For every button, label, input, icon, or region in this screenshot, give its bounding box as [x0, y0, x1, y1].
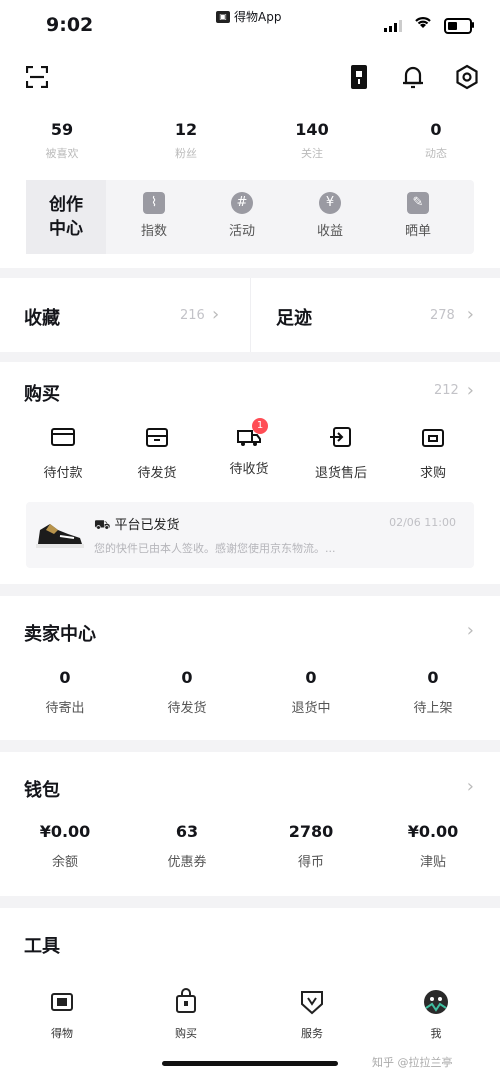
tab-dewu[interactable]: 得物 [32, 988, 92, 1041]
buy-count: 212 [433, 383, 459, 398]
home-indicator[interactable] [162, 1061, 338, 1066]
chevron-right-icon[interactable]: › [467, 776, 474, 797]
app-label: 得物App [234, 10, 282, 24]
chevron-right-icon[interactable]: › [467, 620, 474, 641]
creator-item-showoff[interactable]: ✎ 晒单 [388, 192, 448, 239]
order-description: 您的快件已由本人签收。感谢您使用京东物流。... [94, 542, 336, 555]
tools-section [0, 908, 500, 980]
return-icon [330, 427, 351, 447]
tab-me[interactable]: 我 [406, 988, 466, 1041]
seller-item-to-send[interactable]: 0 待寄出 [20, 668, 110, 716]
seller-item-to-ship[interactable]: 0 待发货 [142, 668, 232, 716]
card-icon[interactable] [346, 64, 372, 90]
chevron-right-icon: › [466, 304, 474, 325]
sneaker-thumbnail [36, 524, 84, 548]
tools-title: 工具 [24, 936, 60, 957]
chevron-right-icon: › [466, 380, 474, 401]
order-card[interactable]: ⛟ 平台已发货 02/06 11:00 您的快件已由本人签收。感谢您使用京东物流… [26, 502, 474, 568]
seller-item-to-list[interactable]: 0 待上架 [388, 668, 478, 716]
creator-item-activity[interactable]: # 活动 [212, 192, 272, 239]
edit-icon: ✎ [407, 192, 429, 214]
seller-center-title[interactable]: 卖家中心 [24, 620, 96, 646]
truck-icon: 1 [236, 418, 268, 448]
creator-center-title[interactable]: 创作 中心 [26, 180, 106, 254]
buy-title: 购买 [24, 384, 60, 405]
footprint-label: 足迹 [276, 308, 312, 329]
profile-stats: 59 被喜欢 12 粉丝 140 关注 0 动态 [0, 110, 500, 180]
gear-icon[interactable] [454, 64, 480, 90]
yen-icon: ¥ [319, 192, 341, 214]
chart-icon: ⌇ [143, 192, 165, 214]
wallet-title[interactable]: 钱包 [24, 776, 60, 802]
buy-item-pending-receipt[interactable]: 1 待收货 [214, 418, 284, 477]
divider [250, 278, 251, 352]
notification-badge: 1 [252, 418, 268, 434]
shield-icon [301, 991, 323, 1015]
favorites-count: 216 [180, 308, 205, 323]
scan-icon[interactable] [26, 66, 48, 88]
buy-item-pending-payment[interactable]: 待付款 [28, 426, 98, 481]
box-icon [146, 428, 168, 447]
chevron-right-icon: › [212, 304, 220, 325]
wallet-item-coupons[interactable]: 63 优惠券 [142, 822, 232, 870]
stat-posts[interactable]: 0 动态 [396, 120, 476, 161]
truck-icon: ⛟ [94, 518, 115, 533]
battery-icon [444, 18, 472, 34]
order-status: ⛟ 平台已发货 [94, 518, 180, 533]
buy-item-pending-shipment[interactable]: 待发货 [122, 426, 192, 481]
collect-footprint-row: 收藏 216 › 足迹 278 › [0, 278, 500, 352]
shopping-bag-icon [176, 988, 196, 1013]
stat-followers[interactable]: 12 粉丝 [146, 120, 226, 161]
wallet-item-allowance[interactable]: ¥0.00 津贴 [388, 822, 478, 870]
creator-item-index[interactable]: ⌇ 指数 [124, 192, 184, 239]
status-time: 9:02 [46, 14, 94, 36]
seller-item-returning[interactable]: 0 退货中 [266, 668, 356, 716]
wifi-icon [413, 14, 433, 35]
buy-item-returns[interactable]: 退货售后 [306, 426, 376, 481]
stat-following[interactable]: 140 关注 [272, 120, 352, 161]
signal-icon [384, 20, 402, 32]
header-bar [0, 52, 500, 110]
watermark: 知乎 @拉拉兰亭 [372, 1056, 453, 1069]
bell-icon[interactable] [400, 64, 426, 90]
tab-buy[interactable]: 购买 [156, 988, 216, 1041]
creator-item-earnings[interactable]: ¥ 收益 [300, 192, 360, 239]
stat-likes[interactable]: 59 被喜欢 [22, 120, 102, 161]
wallet-item-coins[interactable]: 2780 得币 [266, 822, 356, 870]
tab-service[interactable]: 服务 [282, 988, 342, 1041]
shop-bag-icon [422, 429, 444, 447]
order-date: 02/06 11:00 [389, 516, 456, 529]
hashtag-icon: # [231, 192, 253, 214]
creator-center-section: 创作 中心 ⌇ 指数 # 活动 ¥ 收益 ✎ 晒单 [0, 180, 500, 268]
buy-all-link[interactable]: 212 › [434, 380, 474, 401]
buy-item-wanted[interactable]: 求购 [398, 426, 468, 481]
home-icon [51, 993, 73, 1011]
wallet-item-balance[interactable]: ¥0.00 余额 [20, 822, 110, 870]
creator-center-card: 创作 中心 ⌇ 指数 # 活动 ¥ 收益 ✎ 晒单 [26, 180, 474, 254]
status-bar: 9:02 ▣ 得物App [0, 0, 500, 52]
app-logo-icon: ▣ [216, 10, 230, 23]
favorites-label: 收藏 [24, 308, 60, 329]
wallet-icon [51, 428, 75, 446]
app-badge: ▣ 得物App [216, 8, 281, 25]
avatar-icon [424, 990, 448, 1014]
footprint-count: 278 [430, 308, 455, 323]
